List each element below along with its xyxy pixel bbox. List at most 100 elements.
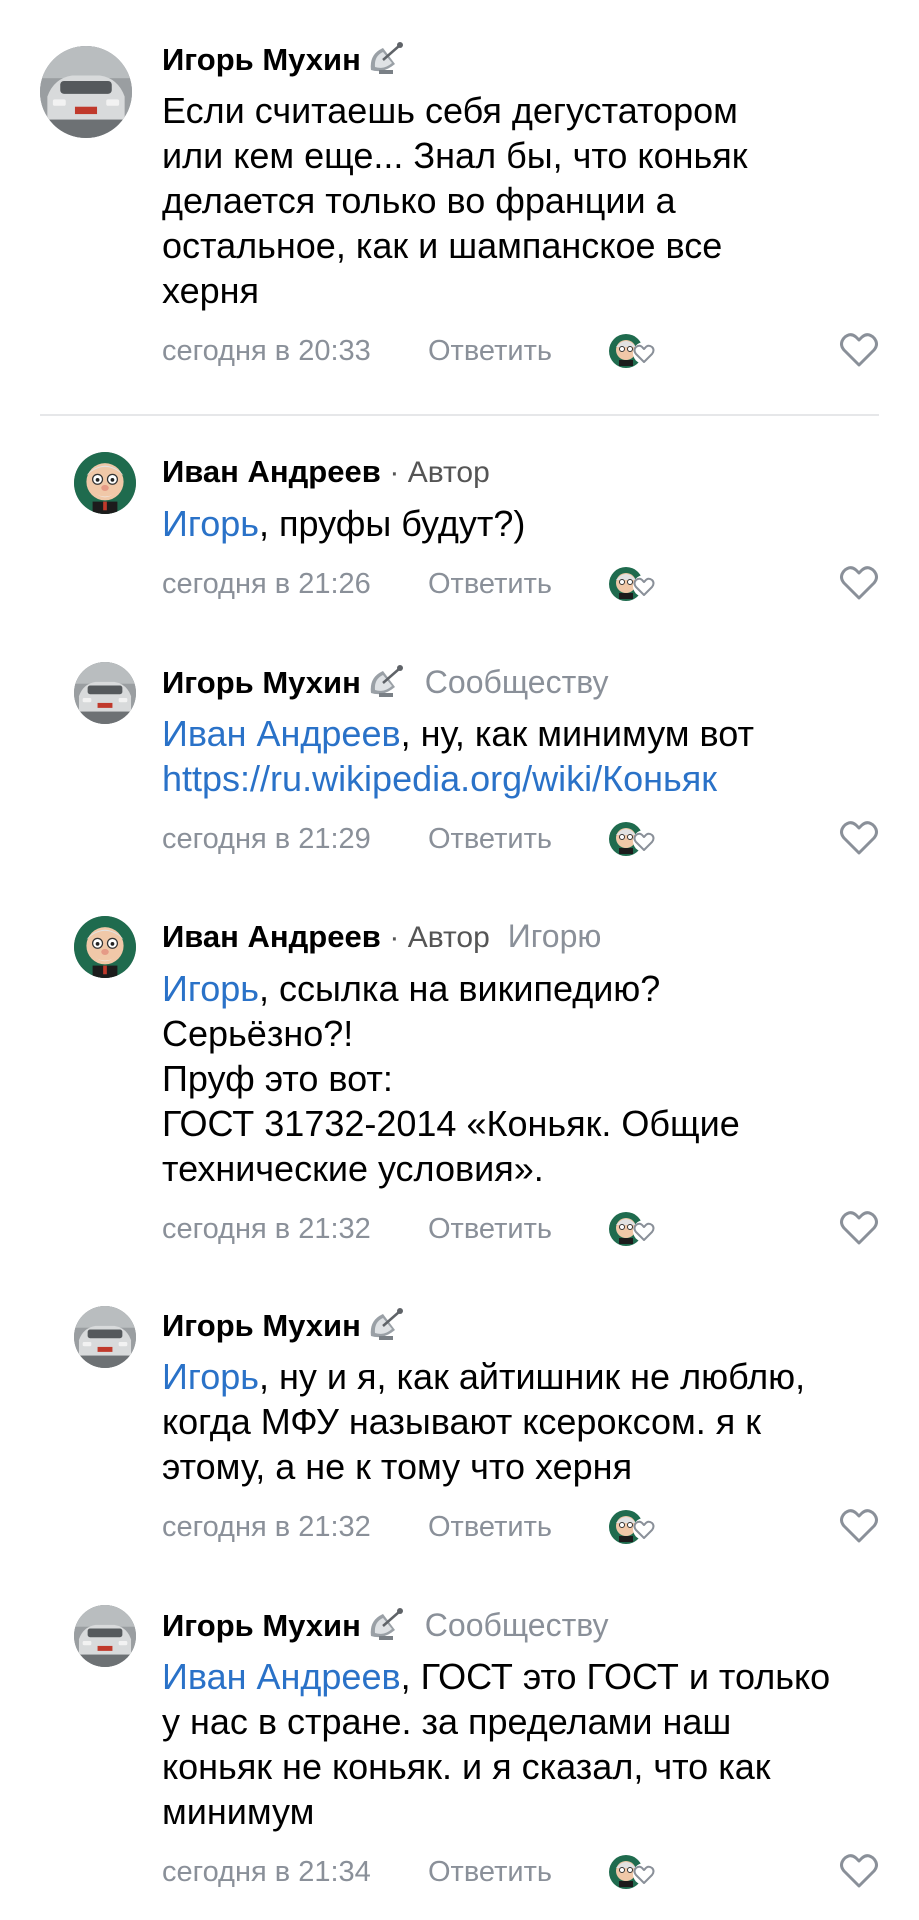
cartoon-avatar-icon <box>74 452 136 514</box>
comment-meta: сегодня в 21:34 Ответить <box>162 1846 879 1898</box>
avatar[interactable] <box>74 452 136 514</box>
author-name[interactable]: Игорь Мухин <box>162 1608 361 1643</box>
author-role: · Автор <box>389 456 490 489</box>
timestamp: сегодня в 21:32 <box>162 1213 371 1245</box>
comment-header: Игорь Мухин Сообществу <box>162 662 879 703</box>
comment-text: Иван Андреев, ну, как минимум вот https:… <box>162 711 879 801</box>
liker-avatar-heart-icon[interactable] <box>608 1209 658 1249</box>
satellite-dish-icon <box>365 1306 407 1342</box>
comment-text: Игорь, ссылка на википедию? Серьёзно?! П… <box>162 966 879 1191</box>
heart-outline-icon[interactable] <box>839 1507 879 1545</box>
text-line: Пруф это вот: <box>162 1058 393 1099</box>
heart-outline-icon[interactable] <box>839 564 879 602</box>
avatar[interactable] <box>74 662 136 724</box>
author-name[interactable]: Иван Андреев <box>162 454 381 489</box>
comment-text: Игорь, пруфы будут?) <box>162 501 879 546</box>
comment-text: Игорь, ну и я, как айтишник не люблю, ко… <box>162 1354 879 1489</box>
heart-outline-icon[interactable] <box>839 331 879 369</box>
comment-meta: сегодня в 21:32 Ответить <box>162 1203 879 1255</box>
avatar[interactable] <box>74 1605 136 1667</box>
car-photo-icon <box>40 46 132 138</box>
mention-link[interactable]: Иван Андреев <box>162 1656 401 1697</box>
text-line: Игорь, пруфы будут?) <box>162 501 879 546</box>
comment-header: Иван Андреев · Автор <box>162 452 879 493</box>
comment-header: Игорь Мухин <box>162 1306 879 1346</box>
avatar[interactable] <box>74 916 136 978</box>
text-line: херня <box>162 270 260 311</box>
comment-text: Иван Андреев, ГОСТ это ГОСТ и только у н… <box>162 1654 879 1834</box>
reply-button[interactable]: Ответить <box>428 823 552 856</box>
divider <box>40 414 879 416</box>
text-line: Если считаешь себя дегустатором <box>162 90 738 131</box>
text-fragment: , ссылка на википедию? <box>259 968 661 1009</box>
mention-link[interactable]: Игорь <box>162 968 259 1009</box>
author-role: · Автор <box>389 921 490 954</box>
comment-meta: сегодня в 20:33 Ответить <box>162 325 879 377</box>
text-line: Игорь, ну и я, как айтишник не люблю, <box>162 1354 879 1399</box>
car-photo-icon <box>74 662 136 724</box>
reply-button[interactable]: Ответить <box>428 1511 552 1544</box>
timestamp: сегодня в 21:32 <box>162 1511 371 1543</box>
text-line: коньяк не коньяк. и я сказал, что как <box>162 1746 771 1787</box>
timestamp: сегодня в 20:33 <box>162 335 371 367</box>
text-fragment: , пруфы будут?) <box>259 503 526 544</box>
reply-button[interactable]: Ответить <box>428 1213 552 1246</box>
mention-link[interactable]: Игорь <box>162 503 259 544</box>
text-line: когда МФУ называют ксероксом. я к <box>162 1401 762 1442</box>
satellite-dish-icon <box>365 663 407 699</box>
liker-avatar-heart-icon[interactable] <box>608 819 658 859</box>
comment-header: Иван Андреев · Автор Игорю <box>162 916 879 958</box>
text-fragment: , ГОСТ это ГОСТ и только <box>400 1656 831 1697</box>
text-line: делается только во франции а <box>162 180 676 221</box>
author-name[interactable]: Иван Андреев <box>162 919 381 954</box>
text-line: Иван Андреев, ГОСТ это ГОСТ и только <box>162 1654 879 1699</box>
text-line: остальное, как и шампанское все <box>162 225 723 266</box>
reply-button[interactable]: Ответить <box>428 568 552 601</box>
car-photo-icon <box>74 1605 136 1667</box>
heart-outline-icon[interactable] <box>839 1209 879 1247</box>
car-photo-icon <box>74 1306 136 1368</box>
heart-outline-icon[interactable] <box>839 1852 879 1890</box>
author-name[interactable]: Игорь Мухин <box>162 665 361 700</box>
text-line: технические условия». <box>162 1148 544 1189</box>
liker-avatar-heart-icon[interactable] <box>608 1507 658 1547</box>
reply-to-label[interactable]: Сообществу <box>425 1607 609 1643</box>
avatar[interactable] <box>74 1306 136 1368</box>
liker-avatar-heart-icon[interactable] <box>608 564 658 604</box>
satellite-dish-icon <box>365 1606 407 1642</box>
text-line: Игорь, ссылка на википедию? <box>162 966 879 1011</box>
text-fragment: , ну и я, как айтишник не люблю, <box>259 1356 806 1397</box>
satellite-dish-icon <box>365 40 407 76</box>
text-fragment: , ну, как минимум вот <box>400 713 754 754</box>
comment-meta: сегодня в 21:29 Ответить <box>162 813 879 865</box>
timestamp: сегодня в 21:29 <box>162 823 371 855</box>
comment-meta: сегодня в 21:32 Ответить <box>162 1501 879 1553</box>
reply-to-label[interactable]: Сообществу <box>425 664 609 700</box>
reply-button[interactable]: Ответить <box>428 335 552 368</box>
comment-header: Игорь Мухин <box>162 40 879 80</box>
comment-header: Игорь Мухин Сообществу <box>162 1605 879 1646</box>
text-line: этому, а не к тому что херня <box>162 1446 633 1487</box>
author-name[interactable]: Игорь Мухин <box>162 42 361 77</box>
text-line: или кем еще... Знал бы, что коньяк <box>162 135 748 176</box>
text-line: минимум <box>162 1791 315 1832</box>
reply-button[interactable]: Ответить <box>428 1856 552 1889</box>
liker-avatar-heart-icon[interactable] <box>608 1852 658 1892</box>
author-name[interactable]: Игорь Мухин <box>162 1308 361 1343</box>
mention-link[interactable]: Игорь <box>162 1356 259 1397</box>
text-line: у нас в стране. за пределами наш <box>162 1701 732 1742</box>
comment-text: Если считаешь себя дегустатором или кем … <box>162 88 879 313</box>
comment-meta: сегодня в 21:26 Ответить <box>162 558 879 610</box>
cartoon-avatar-icon <box>74 916 136 978</box>
liker-avatar-heart-icon[interactable] <box>608 331 658 371</box>
timestamp: сегодня в 21:26 <box>162 568 371 600</box>
text-line: Иван Андреев, ну, как минимум вот <box>162 711 879 756</box>
wikipedia-link[interactable]: https://ru.wikipedia.org/wiki/Коньяк <box>162 756 879 801</box>
text-line: Серьёзно?! <box>162 1013 354 1054</box>
text-line: ГОСТ 31732-2014 «Коньяк. Общие <box>162 1103 740 1144</box>
mention-link[interactable]: Иван Андреев <box>162 713 401 754</box>
heart-outline-icon[interactable] <box>839 819 879 857</box>
avatar[interactable] <box>40 46 132 138</box>
reply-to-label[interactable]: Игорю <box>508 918 602 954</box>
timestamp: сегодня в 21:34 <box>162 1856 371 1888</box>
